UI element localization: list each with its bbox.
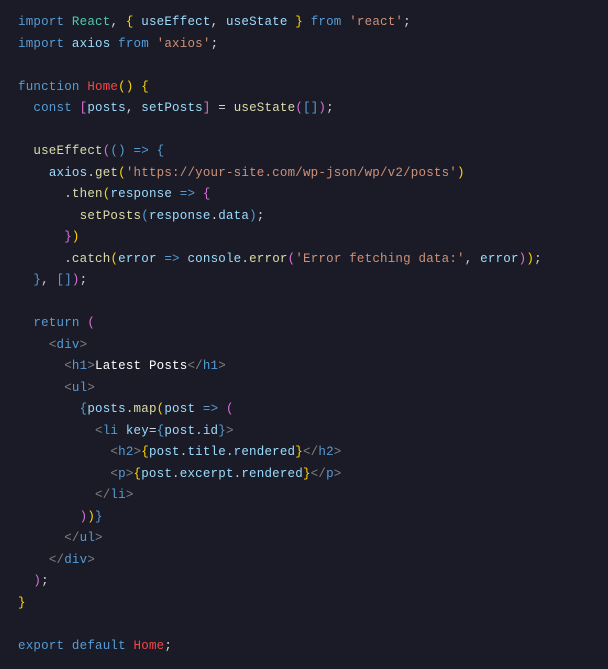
code-line: ))} [18,510,103,524]
kw-import: import [18,15,64,29]
code-line: import axios from 'axios'; [18,37,218,51]
code-line: <h1>Latest Posts</h1> [18,359,226,373]
code-line: export default Home; [18,639,172,653]
code-line: const [posts, setPosts] = useState([]); [18,101,334,115]
code-line: <div> [18,338,87,352]
code-line: {posts.map(post => ( [18,402,234,416]
id-react: React [72,15,111,29]
code-line: }) [18,230,80,244]
code-line: .then(response => { [18,187,211,201]
code-line: } [18,596,26,610]
code-line: return ( [18,316,95,330]
code-line: import React, { useEffect, useState } fr… [18,15,411,29]
code-line: ); [18,574,49,588]
code-line: </div> [18,553,95,567]
code-line: setPosts(response.data); [18,209,265,223]
code-line: <li key={post.id}> [18,424,234,438]
code-line: function Home() { [18,80,149,94]
code-line: <h2>{post.title.rendered}</h2> [18,445,341,459]
code-line: </ul> [18,531,103,545]
code-line: <p>{post.excerpt.rendered}</p> [18,467,341,481]
code-line: useEffect(() => { [18,144,164,158]
code-line: </li> [18,488,134,502]
code-editor[interactable]: import React, { useEffect, useState } fr… [0,0,608,669]
code-line: axios.get('https://your-site.com/wp-json… [18,166,465,180]
code-line: .catch(error => console.error('Error fet… [18,252,542,266]
code-line: }, []); [18,273,87,287]
code-line: <ul> [18,381,95,395]
